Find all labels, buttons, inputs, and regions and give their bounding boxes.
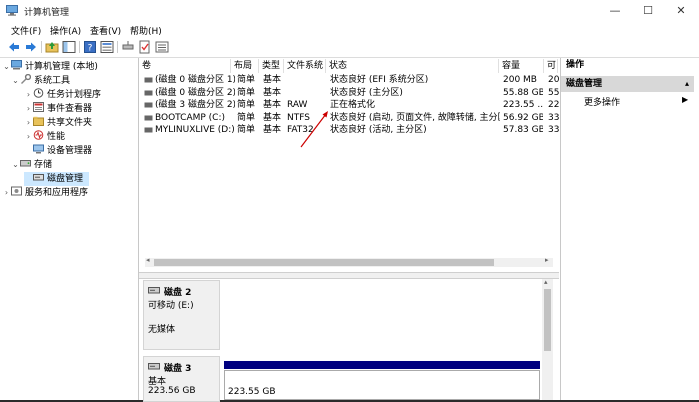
tree-disk-management-label: 磁盘管理 — [47, 174, 84, 184]
properties-icon[interactable] — [100, 40, 114, 54]
disk-3-size: 223.56 GB — [148, 386, 196, 396]
tree-services-apps-label: 服务和应用程序 — [25, 188, 89, 198]
svg-text:?: ? — [88, 44, 93, 54]
tree-task-scheduler-label: 任务计划程序 — [47, 90, 102, 100]
pane-splitter[interactable] — [139, 272, 559, 279]
expand-arrow-icon[interactable]: › — [24, 130, 33, 144]
vertical-scroll-thumb[interactable] — [544, 289, 551, 351]
tree-event-viewer[interactable]: › 事件查看器 — [24, 102, 92, 116]
storage-icon — [20, 160, 31, 167]
tree-system-tools[interactable]: ⌄ 系统工具 — [11, 74, 70, 88]
maximize-button[interactable]: ☐ — [631, 0, 665, 22]
menu-view[interactable]: 查看(V) — [90, 24, 121, 37]
disk-2-area — [222, 280, 540, 350]
connect-icon[interactable] — [121, 40, 135, 54]
tree-event-viewer-label: 事件查看器 — [47, 104, 93, 114]
collapse-arrow-icon[interactable]: ⌄ — [11, 158, 20, 172]
partition-bar — [224, 361, 540, 369]
partition-size: 223.55 GB — [228, 387, 276, 397]
disk-3-name: 磁盘 3 — [164, 364, 192, 374]
minimize-button[interactable]: — — [598, 0, 632, 22]
list-view-icon[interactable] — [155, 40, 169, 54]
close-button[interactable]: ✕ — [664, 0, 698, 22]
tools-icon — [21, 74, 31, 84]
collapse-arrow-icon[interactable]: ⌄ — [2, 60, 11, 74]
menu-file[interactable]: 文件(F) — [11, 24, 41, 37]
forward-arrow-icon[interactable] — [24, 40, 38, 54]
menu-bar: 文件(F) 操作(A) 查看(V) 帮助(H) — [0, 22, 699, 38]
tree-storage-label: 存储 — [34, 160, 53, 170]
menu-action[interactable]: 操作(A) — [50, 24, 81, 37]
back-arrow-icon[interactable] — [7, 40, 21, 54]
disk-2-kind: 可移动 (E:) — [148, 301, 194, 311]
tree-device-manager-label: 设备管理器 — [47, 146, 93, 156]
horizontal-scrollbar[interactable]: ◂ ▸ — [145, 256, 553, 267]
disk-2-label[interactable]: 磁盘 2 可移动 (E:) 无媒体 — [143, 280, 220, 350]
event-viewer-icon — [33, 102, 44, 112]
tree-root[interactable]: ⌄ 计算机管理 (本地) — [2, 60, 98, 74]
disk-2-name: 磁盘 2 — [164, 288, 192, 298]
help-icon[interactable]: ? — [83, 40, 97, 54]
tree-storage[interactable]: ⌄ 存储 — [11, 158, 52, 172]
services-icon — [11, 186, 22, 196]
tree-services-apps[interactable]: › 服务和应用程序 — [2, 186, 88, 200]
tree-disk-management[interactable]: 磁盘管理 — [24, 172, 90, 186]
expand-arrow-icon[interactable]: › — [24, 88, 33, 102]
tree-task-scheduler[interactable]: › 任务计划程序 — [24, 88, 101, 102]
tree-shared-folders[interactable]: › 共享文件夹 — [24, 116, 92, 130]
navigation-tree: ⌄ 计算机管理 (本地) ⌄ 系统工具 › 任务计划程序 › 事件查看器 › 共享文件夹 … — [0, 58, 139, 400]
device-manager-icon — [33, 144, 44, 154]
computer-management-window: 计算机管理 — ☐ ✕ 文件(F) 操作(A) 查看(V) 帮助(H) ? ⌄ 计… — [0, 0, 699, 402]
tree-performance[interactable]: › 性能 — [24, 130, 65, 144]
title-bar: 计算机管理 — ☐ ✕ — [0, 0, 699, 22]
toolbar: ? — [0, 38, 699, 58]
collapse-arrow-icon[interactable]: ⌄ — [11, 74, 20, 88]
computer-icon — [11, 60, 22, 70]
scroll-right-icon[interactable]: ▸ — [545, 256, 549, 264]
scroll-up-icon[interactable]: ▴ — [544, 278, 548, 286]
check-document-icon[interactable] — [138, 40, 152, 54]
performance-icon — [33, 130, 44, 140]
scroll-left-icon[interactable]: ◂ — [146, 256, 150, 264]
actions-header: 操作 — [566, 60, 585, 70]
expand-arrow-icon[interactable]: › — [2, 186, 11, 200]
disk-3-label[interactable]: 磁盘 3 基本 223.56 GB — [143, 356, 220, 402]
up-folder-icon[interactable] — [45, 40, 59, 54]
expand-arrow-icon[interactable]: › — [24, 116, 33, 130]
disk-3-partition[interactable]: 223.55 GB — [222, 361, 540, 400]
tree-root-label: 计算机管理 (本地) — [25, 62, 98, 72]
disk-management-icon — [33, 174, 44, 181]
expand-arrow-icon[interactable]: › — [24, 102, 33, 116]
vertical-scrollbar[interactable]: ▴ — [542, 278, 553, 400]
actions-section-disk-management[interactable]: 磁盘管理 — [561, 76, 694, 92]
disk-2-media: 无媒体 — [148, 325, 176, 335]
tree-device-manager[interactable]: 设备管理器 — [24, 144, 92, 158]
horizontal-scroll-thumb[interactable] — [154, 259, 494, 266]
computer-management-icon — [6, 5, 18, 16]
submenu-arrow-icon[interactable]: ▶ — [682, 95, 688, 104]
collapse-section-icon[interactable]: ▴ — [685, 79, 689, 88]
tree-system-tools-label: 系统工具 — [34, 76, 71, 86]
more-actions-item[interactable]: 更多操作 — [584, 95, 620, 108]
show-hide-tree-icon[interactable] — [62, 40, 76, 54]
window-title: 计算机管理 — [24, 8, 70, 18]
disk-management-pane: 卷 布局 类型 文件系统 状态 容量 可 (磁盘 0 磁盘分区 1) 简单 基本 状态… — [139, 58, 559, 402]
tree-shared-folders-label: 共享文件夹 — [47, 118, 93, 128]
actions-pane: 操作 磁盘管理 ▴ 更多操作 ▶ — [560, 58, 699, 400]
disk-icon — [148, 287, 160, 294]
shared-folder-icon — [33, 116, 44, 126]
disk-icon — [148, 363, 160, 370]
partition-box[interactable]: 223.55 GB — [224, 370, 540, 400]
annotation-arrow — [300, 111, 328, 148]
menu-help[interactable]: 帮助(H) — [130, 24, 162, 37]
clock-icon — [33, 88, 44, 98]
tree-performance-label: 性能 — [47, 132, 66, 142]
